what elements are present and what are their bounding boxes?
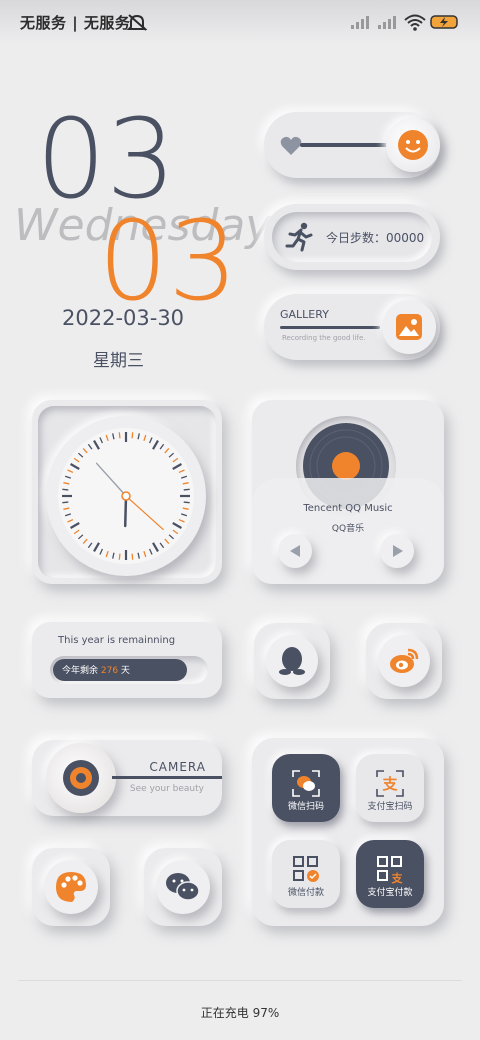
dock-divider bbox=[18, 980, 462, 981]
clock-tick bbox=[183, 488, 190, 491]
year-days: 276 bbox=[100, 666, 119, 676]
analog-clock-face bbox=[58, 428, 194, 564]
gallery-track bbox=[280, 326, 380, 329]
signal-2-icon bbox=[378, 16, 396, 29]
battery-charging-icon bbox=[430, 15, 458, 29]
alipay-scan-label: 支付宝扫码 bbox=[367, 802, 413, 812]
music-subtitle: QQ音乐 bbox=[331, 524, 365, 534]
music-card[interactable]: Tencent QQ Music QQ音乐 bbox=[252, 400, 444, 584]
theme-app-button[interactable] bbox=[32, 848, 110, 926]
weibo-app-button[interactable] bbox=[366, 623, 442, 699]
alipay-scan-tile[interactable]: 支 支付宝扫码 bbox=[356, 754, 424, 822]
status-bar: 无服务 | 无服务 bbox=[0, 0, 480, 44]
weekday-chinese: 星期三 bbox=[93, 351, 144, 371]
wechat-scan-tile[interactable]: 微信扫码 bbox=[272, 754, 340, 822]
qq-penguin-icon bbox=[279, 647, 305, 675]
alipay-pay-tile[interactable]: 支 支付宝付款 bbox=[356, 840, 424, 908]
clock-tick bbox=[118, 432, 121, 439]
next-button[interactable] bbox=[380, 534, 414, 568]
charging-status: 正在充电 97% bbox=[200, 1006, 280, 1020]
wechat-pay-label: 微信付款 bbox=[287, 888, 324, 898]
clock-tick bbox=[62, 488, 69, 491]
previous-button[interactable] bbox=[278, 534, 312, 568]
svg-text:支: 支 bbox=[381, 775, 398, 793]
clock-tick bbox=[131, 432, 134, 439]
year-suffix: 天 bbox=[118, 666, 130, 676]
gallery-title: GALLERY bbox=[280, 308, 329, 321]
gallery-subtitle: Recording the good life. bbox=[282, 334, 366, 342]
steps-label: 今日步数：00000 bbox=[326, 231, 425, 245]
alipay-pay-qr-icon: 支 bbox=[377, 856, 404, 884]
wifi-icon bbox=[404, 14, 426, 31]
heart-slider-track bbox=[300, 143, 390, 147]
signal-1-icon bbox=[351, 16, 369, 29]
weibo-icon bbox=[390, 648, 419, 673]
svg-text:支: 支 bbox=[391, 871, 404, 884]
year-title: This year is remainning bbox=[58, 635, 176, 646]
wechat-pay-tile[interactable]: 微信付款 bbox=[272, 840, 340, 908]
camera-track bbox=[112, 776, 222, 779]
alipay-pay-label: 支付宝付款 bbox=[367, 888, 413, 898]
carrier-text: 无服务 | 无服务 bbox=[20, 14, 131, 32]
year-prefix: 今年剩余 bbox=[62, 666, 101, 676]
qq-app-button[interactable] bbox=[254, 623, 330, 699]
payment-shortcuts-card: 微信扫码 支 支付宝扫码 微信付款 支 支付宝付款 bbox=[252, 738, 444, 926]
clock-tick bbox=[183, 501, 190, 504]
gallery-knob[interactable] bbox=[382, 300, 436, 354]
music-title: Tencent QQ Music bbox=[303, 503, 393, 514]
wechat-scan-icon bbox=[292, 770, 320, 797]
image-icon bbox=[396, 314, 422, 340]
gallery-widget[interactable]: GALLERY Recording the good life. bbox=[264, 294, 440, 360]
year-remaining-text: 今年剩余 276 天 bbox=[62, 663, 130, 676]
wechat-icon bbox=[166, 873, 200, 901]
analog-clock-card bbox=[32, 400, 222, 584]
smile-knob[interactable] bbox=[386, 118, 440, 172]
year-progress-track: 今年剩余 276 天 bbox=[50, 656, 208, 684]
clock-tick bbox=[131, 553, 134, 560]
camera-title: CAMERA bbox=[149, 760, 206, 774]
clock-minute: 03 bbox=[98, 197, 238, 325]
palette-icon bbox=[56, 872, 86, 902]
smile-icon bbox=[398, 130, 428, 160]
notification-mute-icon bbox=[126, 14, 148, 31]
clock-tick bbox=[62, 501, 69, 504]
clock-tick bbox=[118, 553, 121, 560]
running-icon bbox=[285, 222, 313, 252]
camera-knob[interactable] bbox=[46, 743, 116, 813]
wechat-app-button[interactable] bbox=[144, 848, 222, 926]
camera-subtitle: See your beauty bbox=[129, 784, 204, 794]
heart-slider-widget[interactable] bbox=[264, 112, 440, 178]
play-right-icon bbox=[393, 545, 403, 557]
clock-hub bbox=[121, 491, 131, 501]
steps-widget[interactable]: 今日步数：00000 bbox=[264, 204, 440, 270]
wechat-pay-qr-icon bbox=[293, 856, 319, 882]
wechat-scan-label: 微信扫码 bbox=[287, 802, 324, 812]
year-remaining-card: This year is remainning 今年剩余 276 天 bbox=[32, 622, 222, 698]
camera-lens-icon bbox=[63, 760, 99, 796]
play-left-icon bbox=[290, 545, 300, 557]
alipay-scan-icon: 支 bbox=[376, 770, 404, 797]
heart-icon bbox=[280, 136, 302, 155]
date-text: 2022-03-30 bbox=[62, 306, 185, 330]
camera-card[interactable]: CAMERA See your beauty bbox=[32, 740, 222, 816]
